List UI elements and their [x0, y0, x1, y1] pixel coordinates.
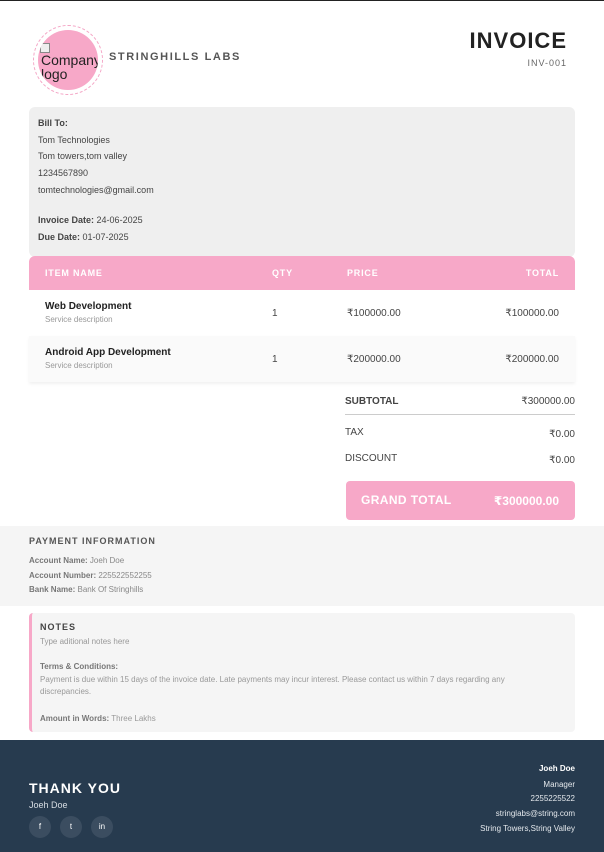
bank-name: Bank Of Stringhills — [77, 585, 144, 594]
subtotal-value: ₹300000.00 — [521, 396, 575, 407]
item-description: Service description — [45, 315, 113, 324]
client-address: Tom towers,tom valley — [38, 151, 128, 161]
invoice-date: 24-06-2025 — [96, 215, 143, 225]
col-qty: QTY — [272, 268, 293, 278]
thank-you-heading: THANK YOU — [29, 780, 121, 796]
account-number-line: Account Number: 225522552255 — [29, 571, 152, 580]
item-total: ₹100000.00 — [505, 308, 559, 319]
table-row: Android App Development Service descript… — [29, 336, 575, 382]
col-price: PRICE — [347, 268, 379, 278]
item-name: Android App Development — [45, 347, 171, 358]
subtotal-divider — [345, 414, 575, 415]
terms-text-line-2: discrepancies. — [40, 687, 92, 696]
account-name-line: Account Name: Joeh Doe — [29, 556, 124, 565]
item-qty: 1 — [272, 354, 278, 365]
linkedin-icon[interactable]: in — [91, 816, 113, 838]
item-description: Service description — [45, 361, 113, 370]
footer: THANK YOU Joeh Doe f t in Joeh Doe Manag… — [0, 740, 604, 852]
tax-value: ₹0.00 — [549, 429, 575, 440]
contact-phone: 2255225522 — [530, 794, 576, 803]
subtotal-label: SUBTOTAL — [345, 396, 399, 407]
item-price: ₹200000.00 — [347, 354, 401, 365]
client-phone: 1234567890 — [38, 168, 89, 178]
notes-text: Type aditional notes here — [40, 637, 130, 646]
top-border — [0, 0, 604, 1]
logo-alt-text: Company logo — [41, 52, 98, 82]
terms-label: Terms & Conditions: — [40, 662, 119, 671]
grand-total-label: GRAND TOTAL — [361, 493, 452, 507]
due-date: 01-07-2025 — [82, 232, 129, 242]
company-logo-frame: Company logo — [33, 25, 103, 95]
table-row: Web Development Service description 1 ₹1… — [29, 290, 575, 337]
client-email: tomtechnologies@gmail.com — [38, 185, 154, 195]
twitter-icon[interactable]: t — [60, 816, 82, 838]
bank-name-line: Bank Name: Bank Of Stringhills — [29, 585, 143, 594]
account-number-label: Account Number: — [29, 571, 97, 580]
contact-email[interactable]: stringlabs@string.com — [496, 809, 575, 818]
account-name-label: Account Name: — [29, 556, 88, 565]
col-item-name: ITEM NAME — [45, 268, 103, 278]
signer-name: Joeh Doe — [29, 800, 68, 810]
discount-value: ₹0.00 — [549, 455, 575, 466]
contact-address: String Towers,String Valley — [480, 824, 575, 833]
contact-name: Joeh Doe — [538, 764, 575, 773]
account-name: Joeh Doe — [89, 556, 125, 565]
grand-total-box: GRAND TOTAL ₹300000.00 — [346, 481, 575, 520]
invoice-title: INVOICE — [469, 28, 567, 53]
item-qty: 1 — [272, 308, 278, 319]
bill-to-section: Bill To: Tom Technologies Tom towers,tom… — [29, 107, 575, 257]
item-total: ₹200000.00 — [505, 354, 559, 365]
col-total: TOTAL — [525, 268, 559, 278]
amount-in-words-label: Amount in Words: — [40, 714, 110, 723]
company-name: STRINGHILLS LABS — [109, 51, 241, 63]
items-table-header: ITEM NAME QTY PRICE TOTAL — [29, 256, 575, 290]
invoice-date-label: Invoice Date: — [38, 215, 95, 225]
facebook-icon[interactable]: f — [29, 816, 51, 838]
item-name: Web Development — [45, 301, 132, 312]
amount-in-words: Three Lakhs — [111, 714, 156, 723]
company-logo: Company logo — [38, 30, 98, 90]
bank-name-label: Bank Name: — [29, 585, 76, 594]
amount-in-words-line: Amount in Words: Three Lakhs — [40, 714, 156, 723]
client-name: Tom Technologies — [38, 135, 110, 145]
due-date-line: Due Date: 01-07-2025 — [38, 232, 129, 242]
grand-total-value: ₹300000.00 — [493, 494, 559, 508]
notes-title: NOTES — [40, 622, 77, 632]
invoice-date-line: Invoice Date: 24-06-2025 — [38, 215, 143, 225]
due-date-label: Due Date: — [38, 232, 81, 242]
tax-label: TAX — [345, 427, 364, 438]
bill-to-label: Bill To: — [38, 118, 68, 128]
account-number: 225522552255 — [98, 571, 152, 580]
terms-text-line-1: Payment is due within 15 days of the inv… — [40, 675, 505, 684]
discount-label: DISCOUNT — [345, 453, 398, 464]
payment-info-title: PAYMENT INFORMATION — [29, 536, 156, 546]
item-price: ₹100000.00 — [347, 308, 401, 319]
payment-info-section: PAYMENT INFORMATION Account Name: Joeh D… — [0, 526, 604, 606]
contact-role: Manager — [543, 780, 575, 789]
notes-section: NOTES Type aditional notes here Terms & … — [29, 613, 575, 732]
invoice-number: INV-001 — [527, 58, 567, 68]
